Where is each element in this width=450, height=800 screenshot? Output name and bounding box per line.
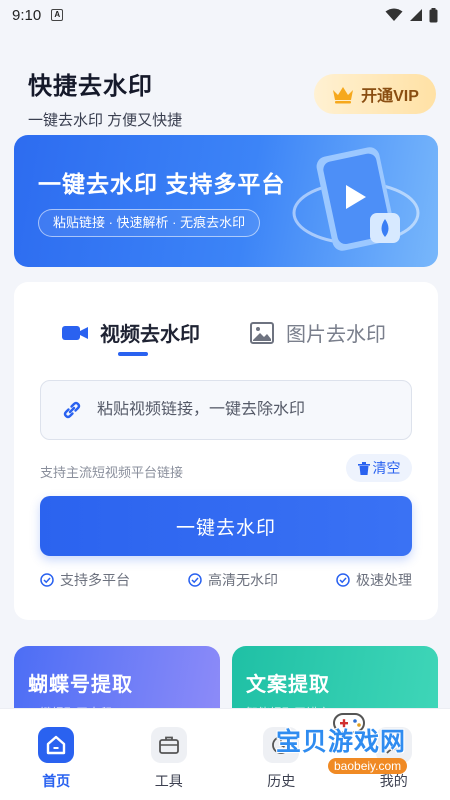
status-left: 9:10 A (12, 6, 64, 24)
link-input-container[interactable] (40, 380, 412, 440)
notification-app-icon: A (51, 9, 64, 21)
home-icon (47, 735, 66, 755)
site-watermark: 宝贝游戏网 baobeiy.com (258, 713, 428, 782)
support-hint: 支持主流短视频平台链接 (40, 465, 184, 480)
feature-list: 支持多平台 高清无水印 极速处理 (40, 570, 412, 590)
status-bar: 9:10 A (0, 0, 450, 30)
vip-button[interactable]: 开通VIP (314, 74, 436, 114)
watermark-text: 宝贝游戏网 (276, 728, 407, 756)
card-title: 蝴蝶号提取 (28, 674, 133, 696)
header: 快捷去水印 一键去水印 方便又快捷 (28, 66, 182, 130)
feature-label: 支持多平台 (60, 572, 130, 588)
clear-button[interactable]: 清空 (346, 454, 412, 482)
tab-video-watermark[interactable]: 视频去水印 (62, 318, 200, 347)
remove-watermark-button[interactable]: 一键去水印 (40, 496, 412, 556)
banner-tags: 粘贴链接 · 快速解析 · 无痕去水印 (38, 209, 261, 237)
nav-icon-box (38, 727, 75, 763)
wifi-icon (385, 8, 403, 21)
app-subtitle: 一键去水印 方便又快捷 (28, 112, 183, 129)
tab-video-label: 视频去水印 (100, 324, 200, 346)
nav-home[interactable]: 首页 (0, 709, 113, 800)
active-tab-indicator (118, 352, 148, 356)
trash-icon (357, 461, 370, 475)
banner-title: 一键去水印 支持多平台 (38, 171, 286, 197)
feature-item: 极速处理 (336, 570, 412, 590)
feature-label: 极速处理 (356, 572, 412, 588)
video-icon (62, 325, 88, 340)
check-circle-icon (188, 573, 202, 587)
battery-icon (429, 7, 438, 22)
feature-label: 高清无水印 (208, 572, 278, 588)
check-circle-icon (40, 573, 54, 587)
clear-label: 清空 (372, 460, 401, 476)
status-time: 9:10 (12, 6, 42, 24)
image-icon (250, 321, 274, 344)
video-link-input[interactable] (97, 401, 387, 419)
app-title: 快捷去水印 (28, 73, 153, 100)
promo-banner[interactable]: 一键去水印 支持多平台 粘贴链接 · 快速解析 · 无痕去水印 (14, 135, 438, 267)
status-right (385, 7, 438, 23)
phone-play-illustration-icon (292, 147, 420, 251)
vip-label: 开通VIP (361, 88, 419, 105)
nav-tools-label: 工具 (154, 773, 183, 789)
tab-image-label: 图片去水印 (286, 324, 386, 346)
feature-item: 支持多平台 (40, 570, 130, 590)
watermark-url: baobeiy.com (328, 758, 408, 774)
remove-watermark-card: 视频去水印 图片去水印 支持主流短视频平台链接 清空 一键去水印 支持多平台 (14, 282, 438, 620)
signal-icon (410, 9, 422, 21)
nav-icon-box (150, 727, 187, 763)
check-circle-icon (336, 573, 350, 587)
crown-icon (333, 87, 354, 104)
feature-item: 高清无水印 (188, 570, 278, 590)
toolbox-icon (158, 736, 179, 754)
tab-image-watermark[interactable]: 图片去水印 (250, 318, 386, 347)
nav-tools[interactable]: 工具 (113, 709, 226, 800)
nav-home-label: 首页 (42, 773, 71, 789)
link-icon (63, 401, 81, 419)
card-title: 文案提取 (246, 674, 330, 696)
